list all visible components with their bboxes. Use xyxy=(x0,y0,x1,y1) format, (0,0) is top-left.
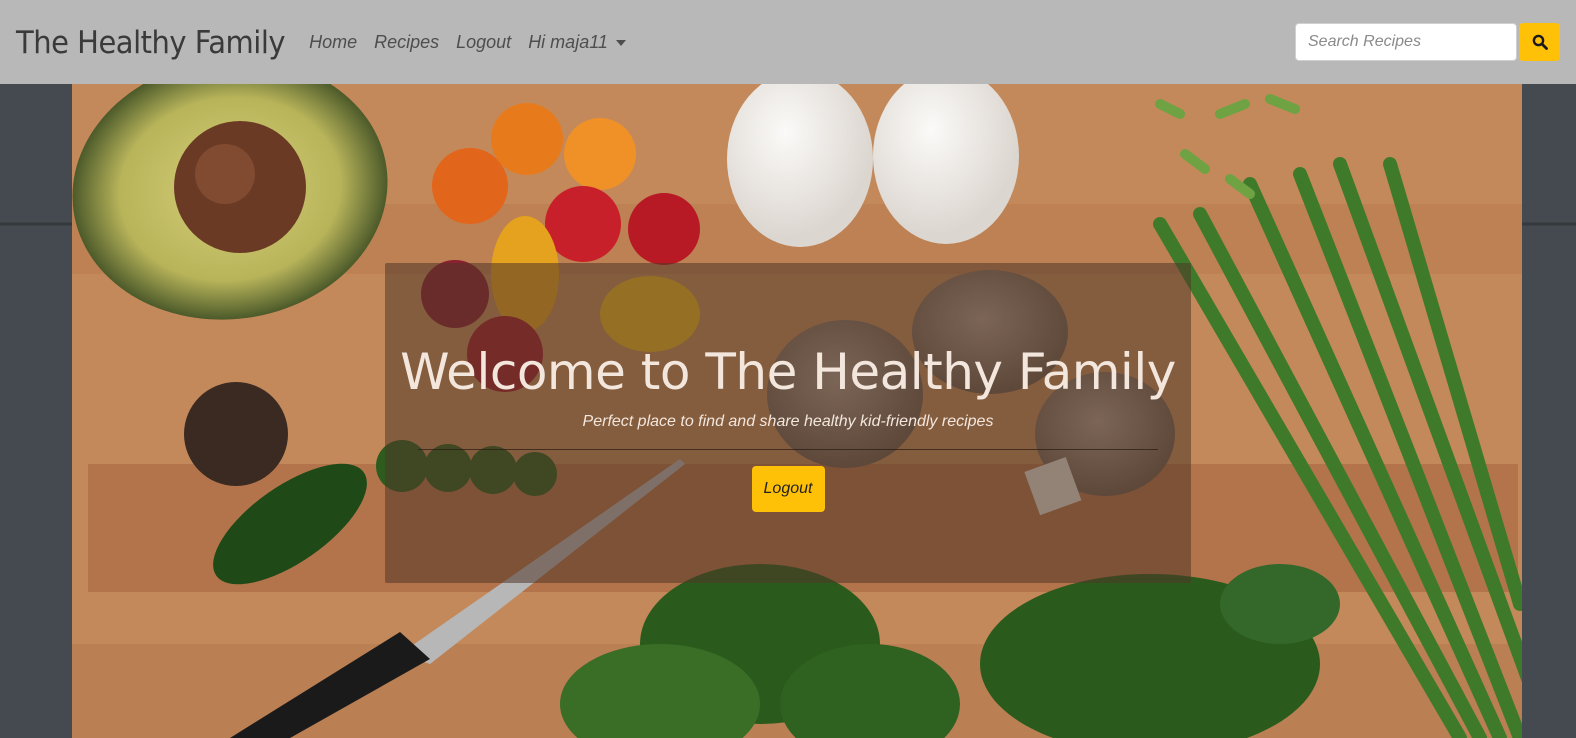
nav-link-home[interactable]: Home xyxy=(309,32,357,53)
user-dropdown-label: Hi maja11 xyxy=(528,31,608,52)
caret-down-icon xyxy=(615,40,626,46)
hero-subtitle: Perfect place to find and share healthy … xyxy=(582,413,994,430)
navbar: The Healthy Family Home Recipes Logout H… xyxy=(0,0,1576,84)
search-form xyxy=(1295,23,1560,61)
search-button[interactable] xyxy=(1519,23,1560,61)
hero-logout-button[interactable]: Logout xyxy=(751,466,825,512)
hero-title: Welcome to The Healthy Family xyxy=(400,343,1176,401)
hero-overlay: Welcome to The Healthy Family Perfect pl… xyxy=(385,263,1191,583)
brand-logo[interactable]: The Healthy Family xyxy=(16,24,286,61)
user-dropdown[interactable]: Hi maja11 xyxy=(528,32,626,53)
search-input[interactable] xyxy=(1295,23,1517,61)
hero-divider xyxy=(418,449,1158,450)
nav-link-recipes[interactable]: Recipes xyxy=(374,32,439,53)
search-icon xyxy=(1532,34,1548,50)
hero-section: Welcome to The Healthy Family Perfect pl… xyxy=(0,84,1576,738)
nav-link-logout[interactable]: Logout xyxy=(456,32,511,53)
